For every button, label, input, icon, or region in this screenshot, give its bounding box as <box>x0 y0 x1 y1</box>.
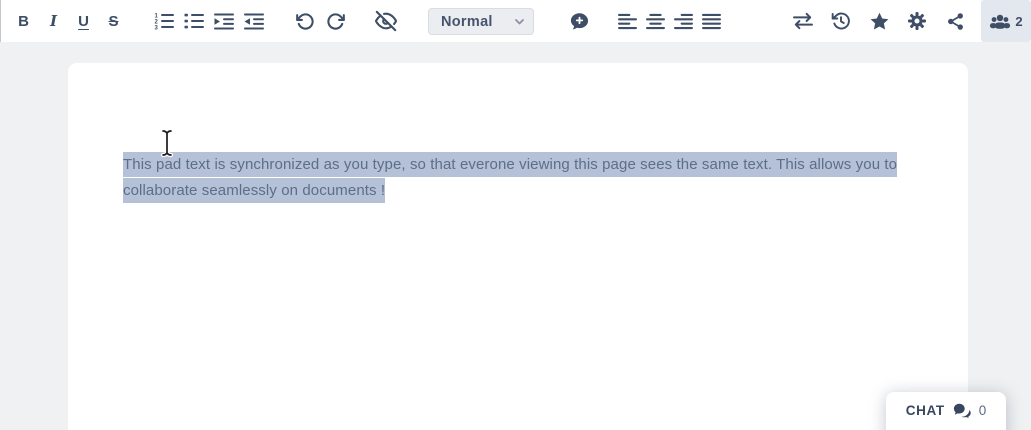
share-icon <box>947 12 963 30</box>
strikethrough-icon: S <box>108 12 119 30</box>
bold-icon: B <box>18 12 29 30</box>
import-export-button[interactable] <box>791 0 815 42</box>
outdent-button[interactable] <box>243 0 264 42</box>
share-button[interactable] <box>943 0 967 42</box>
settings-icon <box>908 12 926 30</box>
chat-bubbles-icon <box>953 403 972 420</box>
indent-icon <box>213 13 234 29</box>
redo-button[interactable] <box>325 0 346 42</box>
timeslider-button[interactable] <box>829 0 853 42</box>
align-center-icon <box>646 13 665 29</box>
underline-icon: U <box>78 12 89 30</box>
chevron-down-icon <box>515 18 524 24</box>
strikethrough-button[interactable]: S <box>103 0 124 42</box>
align-right-button[interactable] <box>673 0 694 42</box>
pad-text[interactable]: This pad text is synchronized as you typ… <box>68 63 918 203</box>
comment-icon <box>570 12 589 29</box>
add-comment-button[interactable] <box>567 0 592 42</box>
indent-button[interactable] <box>213 0 234 42</box>
svg-text:3: 3 <box>154 26 158 32</box>
format-group: B I U S <box>13 0 124 42</box>
italic-button[interactable]: I <box>43 0 64 42</box>
outdent-icon <box>243 13 264 29</box>
text-cursor <box>160 128 174 163</box>
underline-button[interactable]: U <box>73 0 94 42</box>
paragraph-style-dropdown[interactable]: Normal <box>428 8 534 35</box>
history-group <box>295 0 346 42</box>
undo-icon <box>296 12 314 30</box>
unordered-list-button[interactable] <box>183 0 204 42</box>
editor-toolbar: B I U S 1 2 3 Normal 2 <box>0 0 1031 42</box>
redo-icon <box>327 12 345 30</box>
pad-actions-group <box>791 0 967 42</box>
chat-count: 0 <box>978 403 987 418</box>
align-justify-icon <box>702 13 721 29</box>
bold-button[interactable]: B <box>13 0 34 42</box>
align-justify-button[interactable] <box>701 0 722 42</box>
align-left-icon <box>618 13 637 29</box>
unordered-list-icon <box>184 13 204 29</box>
users-icon <box>990 14 1011 29</box>
editor-pad[interactable]: This pad text is synchronized as you typ… <box>68 63 968 430</box>
ordered-list-button[interactable]: 1 2 3 <box>153 0 174 42</box>
hide-authorship-button[interactable] <box>373 0 399 42</box>
users-count: 2 <box>1015 13 1023 29</box>
chat-label: CHAT <box>905 403 945 418</box>
settings-button[interactable] <box>905 0 929 42</box>
align-group <box>617 0 722 42</box>
favorite-button[interactable] <box>867 0 891 42</box>
hide-authorship-icon <box>375 10 397 32</box>
undo-button[interactable] <box>295 0 316 42</box>
paragraph-style-value: Normal <box>441 13 493 30</box>
history-icon <box>831 12 850 30</box>
align-right-icon <box>674 13 693 29</box>
chat-button[interactable]: CHAT 0 <box>886 392 1006 430</box>
list-group: 1 2 3 <box>153 0 264 42</box>
italic-icon: I <box>49 12 58 30</box>
star-icon <box>870 12 888 30</box>
comment-group <box>567 0 592 42</box>
authorship-group <box>373 0 399 42</box>
selected-text: This pad text is synchronized as you typ… <box>123 152 898 203</box>
align-center-button[interactable] <box>645 0 666 42</box>
align-left-button[interactable] <box>617 0 638 42</box>
import-export-icon <box>793 12 813 30</box>
ordered-list-icon: 1 2 3 <box>154 14 174 32</box>
users-button[interactable]: 2 <box>981 0 1031 42</box>
